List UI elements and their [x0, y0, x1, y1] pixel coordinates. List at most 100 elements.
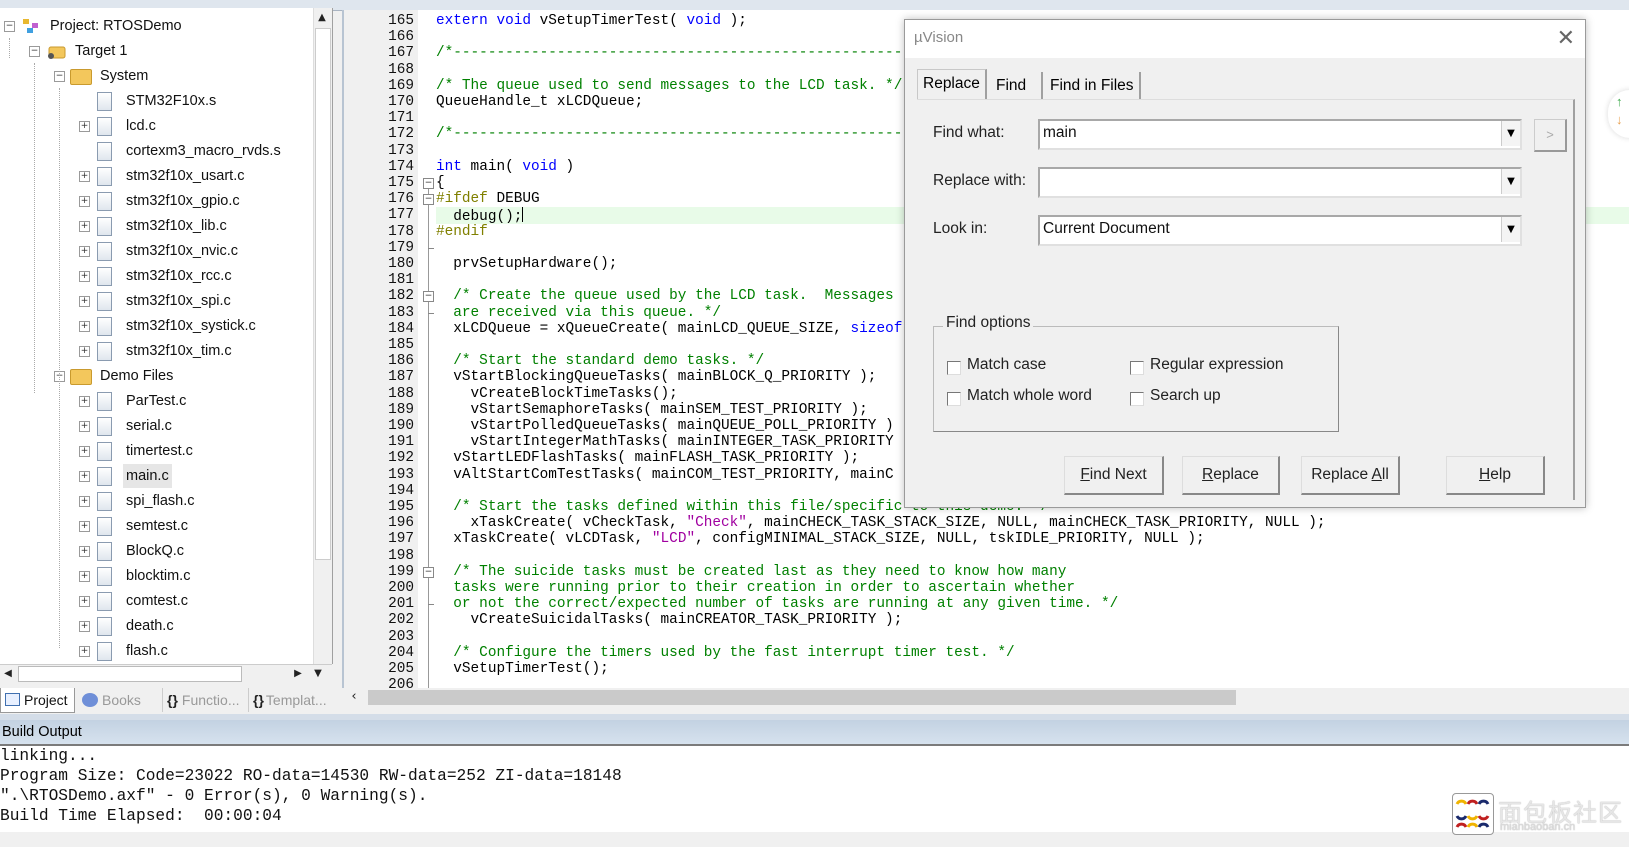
tree-item[interactable]: + timertest.c	[0, 439, 310, 463]
tree-hscroll-thumb[interactable]	[18, 666, 242, 682]
build-output-scrollbar[interactable]	[0, 832, 1629, 847]
tree-item[interactable]: + death.c	[0, 614, 310, 638]
collapse-icon[interactable]: −	[4, 21, 15, 32]
comment-token: /* Create the queue used by the LCD task…	[436, 288, 894, 305]
expand-icon[interactable]: +	[79, 296, 90, 307]
line-number: 170	[388, 94, 414, 110]
collapse-icon[interactable]: −	[29, 46, 40, 57]
editor-hscroll-thumb[interactable]	[368, 690, 1236, 705]
tree-item[interactable]: + comtest.c	[0, 589, 310, 613]
tree-item[interactable]: + stm32f10x_gpio.c	[0, 189, 310, 213]
tree-item[interactable]: − Target 1	[0, 39, 310, 63]
expand-icon[interactable]: +	[79, 321, 90, 332]
expand-icon[interactable]: +	[79, 471, 90, 482]
regular-expression-checkbox[interactable]	[1130, 361, 1144, 375]
tree-item[interactable]: + stm32f10x_tim.c	[0, 339, 310, 363]
expand-icon[interactable]: +	[79, 596, 90, 607]
tree-item-label: spi_flash.c	[126, 493, 195, 509]
tab-books[interactable]: Books	[82, 688, 141, 712]
arrow-up-icon[interactable]: ↑	[1616, 94, 1623, 109]
look-in-select[interactable]: Current Document ▼	[1038, 215, 1522, 246]
expand-icon[interactable]: +	[79, 271, 90, 282]
tree-item[interactable]: + stm32f10x_spi.c	[0, 289, 310, 313]
tree-item[interactable]: + spi_flash.c	[0, 489, 310, 513]
chevron-down-icon[interactable]: ▼	[1501, 121, 1520, 146]
expand-icon[interactable]: +	[79, 246, 90, 257]
search-up-label[interactable]: Search up	[1150, 387, 1221, 405]
scroll-left-icon[interactable]: ◀	[0, 666, 16, 682]
chevron-down-icon[interactable]: ▼	[1501, 169, 1520, 194]
search-up-checkbox[interactable]	[1130, 392, 1144, 406]
match-whole-word-label[interactable]: Match whole word	[967, 387, 1092, 405]
fold-collapse-icon[interactable]: −	[423, 566, 434, 578]
expand-icon[interactable]: +	[79, 171, 90, 182]
tab-functions[interactable]: {} Functio...	[162, 688, 240, 712]
keyword-token: int	[436, 158, 462, 175]
match-case-label[interactable]: Match case	[967, 356, 1046, 374]
match-case-checkbox[interactable]	[947, 361, 961, 375]
tree-item[interactable]: + blocktim.c	[0, 564, 310, 588]
expand-icon[interactable]: +	[79, 621, 90, 632]
replace-button[interactable]: Replace	[1182, 456, 1280, 495]
tree-item[interactable]: + lcd.c	[0, 114, 310, 138]
tree-item[interactable]: + BlockQ.c	[0, 539, 310, 563]
code-text: vSetupTimerTest();	[436, 661, 608, 677]
help-button[interactable]: Help	[1446, 456, 1545, 495]
build-output-panel[interactable]: linking... Program Size: Code=23022 RO-d…	[0, 746, 1629, 832]
tab-project[interactable]: Project	[0, 688, 75, 713]
file-icon	[97, 542, 112, 561]
tree-item[interactable]: − Demo Files	[0, 364, 310, 388]
regular-expression-label[interactable]: Regular expression	[1150, 356, 1284, 374]
tree-item[interactable]: + serial.c	[0, 414, 310, 438]
tree-item[interactable]: + ParTest.c	[0, 389, 310, 413]
tree-item[interactable]: − System	[0, 64, 310, 88]
replace-all-button[interactable]: Replace All	[1301, 456, 1400, 495]
expand-icon[interactable]: +	[79, 546, 90, 557]
expand-icon[interactable]: +	[79, 396, 90, 407]
tree-item[interactable]: + stm32f10x_lib.c	[0, 214, 310, 238]
expand-icon[interactable]: +	[79, 196, 90, 207]
fold-collapse-icon[interactable]: −	[423, 194, 434, 206]
tree-item[interactable]: − Project: RTOSDemo	[0, 14, 310, 38]
expand-icon[interactable]: +	[79, 521, 90, 532]
fold-collapse-icon[interactable]: −	[423, 178, 434, 189]
tab-find[interactable]: Find	[991, 72, 1043, 99]
tree-item[interactable]: + stm32f10x_rcc.c	[0, 264, 310, 288]
tree-scroll-thumb[interactable]	[315, 28, 331, 560]
expand-icon[interactable]: +	[79, 571, 90, 582]
tree-item[interactable]: + stm32f10x_systick.c	[0, 314, 310, 338]
tab-replace[interactable]: Replace	[917, 69, 987, 100]
arrow-down-icon[interactable]: ↓	[1616, 112, 1623, 127]
tree-item[interactable]: + semtest.c	[0, 514, 310, 538]
expand-icon[interactable]: +	[79, 346, 90, 357]
replace-with-input[interactable]: ▼	[1038, 167, 1522, 198]
tree-item[interactable]: + stm32f10x_nvic.c	[0, 239, 310, 263]
scroll-down-icon[interactable]: ▼	[310, 666, 326, 682]
expand-button[interactable]: >	[1534, 119, 1567, 152]
chevron-down-icon[interactable]: ▼	[1501, 217, 1520, 242]
find-next-button[interactable]: Find Next	[1064, 456, 1164, 495]
expand-icon[interactable]: +	[79, 121, 90, 132]
tree-item[interactable]: cortexm3_macro_rvds.s	[0, 139, 310, 163]
close-icon[interactable]: ✕	[1557, 26, 1575, 51]
tab-find-in-files[interactable]: Find in Files	[1045, 72, 1141, 99]
expand-icon[interactable]: +	[79, 446, 90, 457]
expand-icon[interactable]: +	[79, 646, 90, 657]
scroll-up-icon[interactable]: ▲	[314, 10, 330, 26]
expand-icon[interactable]: +	[79, 421, 90, 432]
fold-collapse-icon[interactable]: −	[423, 291, 434, 303]
match-whole-word-checkbox[interactable]	[947, 392, 961, 406]
dialog-titlebar[interactable]: µVision ✕	[905, 20, 1585, 58]
tab-templates[interactable]: {} Templat...	[248, 688, 327, 712]
project-tree[interactable]: − Project: RTOSDemo − Target 1 − System STM32F…	[0, 8, 333, 664]
expand-icon[interactable]: +	[79, 221, 90, 232]
collapse-icon[interactable]: −	[54, 71, 65, 82]
tree-item[interactable]: + stm32f10x_usart.c	[0, 164, 310, 188]
tree-item[interactable]: + flash.c	[0, 639, 310, 663]
expand-icon[interactable]: +	[79, 496, 90, 507]
scroll-right-icon[interactable]: ▶	[290, 666, 306, 682]
tree-item[interactable]: + main.c	[0, 464, 310, 488]
scroll-left-icon[interactable]: ‹	[346, 689, 362, 705]
find-what-input[interactable]: main ▼	[1038, 119, 1522, 150]
tree-item[interactable]: STM32F10x.s	[0, 89, 310, 113]
